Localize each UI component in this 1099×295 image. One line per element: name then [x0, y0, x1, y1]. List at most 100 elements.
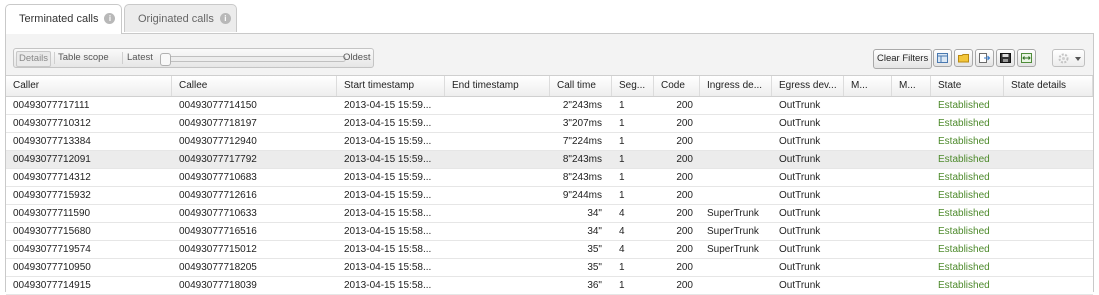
cell-callee: 00493077710633	[179, 208, 257, 219]
cell-end-timestamp	[445, 97, 550, 114]
cell-m2	[892, 277, 931, 294]
column-header-state-details[interactable]: State details	[1004, 76, 1093, 96]
cell-m1	[844, 151, 892, 168]
cell-m2	[892, 151, 931, 168]
latest-label: Latest	[127, 52, 153, 63]
table-row[interactable]: 00493077713384 00493077712940 2013-04-15 1…	[6, 133, 1093, 151]
details-button[interactable]: Details	[16, 51, 52, 67]
tab-originated-calls[interactable]: Originated calls i	[124, 4, 237, 32]
cell-state: Established	[938, 208, 990, 219]
divider	[122, 52, 123, 64]
cell-state-details	[1004, 169, 1093, 186]
cell-m2	[892, 187, 931, 204]
cell-end-timestamp	[445, 133, 550, 150]
table-row[interactable]: 00493077712091 00493077717792 2013-04-15 1…	[6, 151, 1093, 169]
cell-caller: 00493077715680	[13, 226, 91, 237]
settings-menu-button[interactable]	[1052, 49, 1085, 67]
cell-call-time: 34"	[587, 226, 602, 237]
column-header-start-timestamp[interactable]: Start timestamp	[337, 76, 445, 96]
cell-state-details	[1004, 205, 1093, 222]
table-row[interactable]: 00493077719574 00493077715012 2013-04-15 1…	[6, 241, 1093, 259]
table-row[interactable]: 00493077711590 00493077710633 2013-04-15 1…	[6, 205, 1093, 223]
cell-m1	[844, 259, 892, 276]
cell-callee: 00493077710683	[179, 172, 257, 183]
column-header-caller[interactable]: Caller	[6, 76, 172, 96]
cell-caller: 00493077719574	[13, 244, 91, 255]
table-row[interactable]: 00493077710312 00493077718197 2013-04-15 1…	[6, 115, 1093, 133]
cell-callee: 00493077717792	[179, 154, 257, 165]
info-icon[interactable]: i	[104, 13, 116, 24]
cell-segments: 4	[619, 226, 625, 237]
tab-terminated-calls[interactable]: Terminated calls i	[5, 4, 122, 34]
cell-callee: 00493077718039	[179, 280, 257, 291]
cell-end-timestamp	[445, 259, 550, 276]
cell-ingress-device	[700, 169, 772, 186]
cell-egress-device: OutTrunk	[779, 100, 821, 111]
column-header-call-time[interactable]: Call time	[550, 76, 612, 96]
cell-start-timestamp: 2013-04-15 15:59...	[344, 190, 432, 201]
cell-state-details	[1004, 223, 1093, 240]
table-scope-label: Table scope	[58, 52, 109, 63]
table-row[interactable]: 00493077714312 00493077710683 2013-04-15 1…	[6, 169, 1093, 187]
cell-ingress-device	[700, 133, 772, 150]
cell-start-timestamp: 2013-04-15 15:58...	[344, 280, 432, 291]
column-header-end-timestamp[interactable]: End timestamp	[445, 76, 550, 96]
table-row[interactable]: 00493077715680 00493077716516 2013-04-15 1…	[6, 223, 1093, 241]
column-header-code[interactable]: Code	[654, 76, 700, 96]
cell-caller: 00493077715932	[13, 190, 91, 201]
info-icon[interactable]: i	[219, 13, 231, 24]
cell-m1	[844, 223, 892, 240]
table-row[interactable]: 00493077714915 00493077718039 2013-04-15 1…	[6, 277, 1093, 295]
slider-handle[interactable]	[160, 53, 171, 66]
cell-code: 200	[676, 100, 693, 111]
divider	[54, 52, 55, 64]
cell-start-timestamp: 2013-04-15 15:59...	[344, 154, 432, 165]
table-row[interactable]: 00493077715932 00493077712616 2013-04-15 1…	[6, 187, 1093, 205]
save-button[interactable]	[996, 49, 1015, 67]
column-header-state[interactable]: State	[931, 76, 1004, 96]
cell-ingress-device: SuperTrunk	[707, 244, 759, 255]
column-header-m2[interactable]: M...	[892, 76, 931, 96]
cell-egress-device: OutTrunk	[779, 136, 821, 147]
cell-call-time: 35"	[587, 244, 602, 255]
table-row[interactable]: 00493077710950 00493077718205 2013-04-15 1…	[6, 259, 1093, 277]
cell-egress-device: OutTrunk	[779, 226, 821, 237]
table-row[interactable]: 00493077717111 00493077714150 2013-04-15 1…	[6, 97, 1093, 115]
cell-callee: 00493077712940	[179, 136, 257, 147]
cell-caller: 00493077710312	[13, 118, 91, 129]
cell-code: 200	[676, 208, 693, 219]
column-header-segments[interactable]: Seg...	[612, 76, 654, 96]
cell-ingress-device: SuperTrunk	[707, 226, 759, 237]
cell-end-timestamp	[445, 223, 550, 240]
cell-state-details	[1004, 241, 1093, 258]
folder-icon	[958, 54, 969, 63]
cell-callee: 00493077712616	[179, 190, 257, 201]
cell-m1	[844, 133, 892, 150]
cell-segments: 1	[619, 190, 625, 201]
cell-end-timestamp	[445, 169, 550, 186]
open-folder-button[interactable]	[954, 49, 973, 67]
cell-m2	[892, 115, 931, 132]
columns-button[interactable]	[933, 49, 952, 67]
cell-state-details	[1004, 151, 1093, 168]
cell-state: Established	[938, 244, 990, 255]
cell-ingress-device	[700, 115, 772, 132]
time-scope-slider[interactable]	[160, 53, 346, 66]
column-header-egress-device[interactable]: Egress dev...	[772, 76, 844, 96]
toolbar: Details Table scope Latest Oldest Clear …	[6, 34, 1093, 73]
cell-call-time: 36"	[587, 280, 602, 291]
column-header-callee[interactable]: Callee	[172, 76, 337, 96]
column-header-m1[interactable]: M...	[844, 76, 892, 96]
cell-code: 200	[676, 136, 693, 147]
column-header-ingress-device[interactable]: Ingress de...	[700, 76, 772, 96]
clear-filters-button[interactable]: Clear Filters	[873, 49, 933, 69]
cell-segments: 1	[619, 100, 625, 111]
cell-ingress-device	[700, 151, 772, 168]
table-header: Caller Callee Start timestamp End timestamp…	[6, 76, 1093, 97]
cell-call-time: 2"243ms	[562, 100, 602, 111]
cell-state: Established	[938, 136, 990, 147]
cell-egress-device: OutTrunk	[779, 172, 821, 183]
fit-columns-button[interactable]	[1017, 49, 1036, 67]
export-button[interactable]	[975, 49, 994, 67]
cell-state: Established	[938, 226, 990, 237]
